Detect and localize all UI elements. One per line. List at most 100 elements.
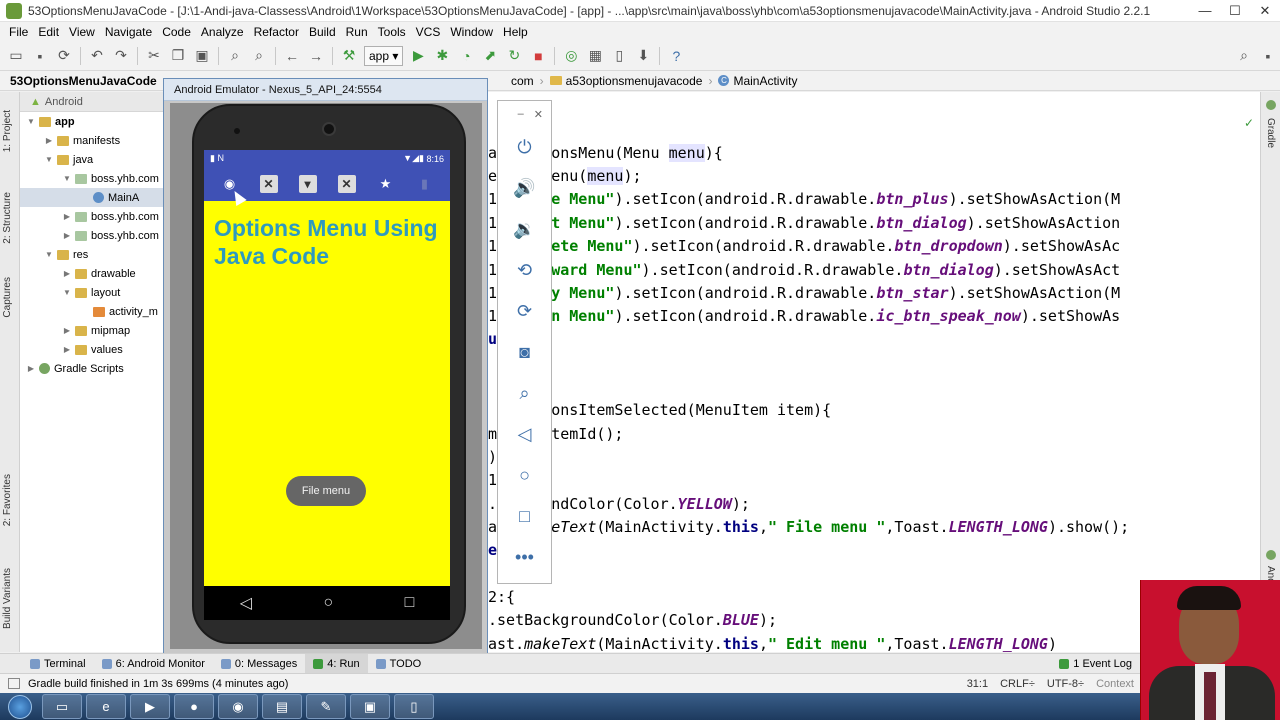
more-icon[interactable]: •••: [498, 537, 551, 578]
camera-icon[interactable]: ◙: [498, 332, 551, 373]
volume-up-icon[interactable]: 🔊: [498, 168, 551, 209]
open-folder-icon[interactable]: ▭: [5, 45, 27, 67]
dropdown-box-icon[interactable]: ▾: [298, 175, 317, 193]
help-icon[interactable]: ?: [665, 45, 687, 67]
expand-right-icon[interactable]: ▶: [26, 364, 36, 373]
rotate-left-icon[interactable]: ⟲: [498, 250, 551, 291]
expand-right-icon[interactable]: ▶: [62, 269, 72, 278]
android-studio-icon[interactable]: ▣: [350, 694, 390, 719]
menu-edit[interactable]: Edit: [33, 25, 64, 39]
stop-icon[interactable]: ■: [527, 45, 549, 67]
tree-item[interactable]: ▼ layout: [20, 283, 164, 302]
expand-down-icon[interactable]: ▼: [62, 174, 72, 183]
tree-item[interactable]: ▼ res: [20, 245, 164, 264]
media-player-icon[interactable]: ▶: [130, 694, 170, 719]
find-icon[interactable]: ⌕: [224, 45, 246, 67]
line-separator[interactable]: CRLF÷: [994, 678, 1041, 690]
star-icon[interactable]: ★: [377, 175, 395, 193]
tree-item[interactable]: ▶ Gradle Scripts: [20, 359, 164, 378]
apply-changes-icon[interactable]: ↻: [503, 45, 525, 67]
tree-item[interactable]: ▶ manifests: [20, 131, 164, 150]
code-line[interactable]: 16,"Open Menu").setIcon(android.R.drawab…: [488, 307, 1120, 325]
tab-captures[interactable]: Captures: [2, 277, 13, 318]
expand-right-icon[interactable]: ▶: [62, 345, 72, 354]
menu-build[interactable]: Build: [304, 25, 341, 39]
project-structure-icon[interactable]: ▦: [584, 45, 606, 67]
tree-item[interactable]: ▶ boss.yhb.com: [20, 226, 164, 245]
power-icon[interactable]: ⏻: [498, 127, 551, 168]
back-icon[interactable]: ←: [281, 45, 303, 67]
maximize-button[interactable]: ☐: [1220, 0, 1250, 22]
run-icon[interactable]: ▶: [407, 45, 429, 67]
make-project-icon[interactable]: ⚒: [338, 45, 360, 67]
paste-icon[interactable]: ▣: [191, 45, 213, 67]
avd-manager-icon[interactable]: ▯: [608, 45, 630, 67]
coverage-icon[interactable]: ◔: [455, 45, 477, 67]
tree-item[interactable]: activity_m: [20, 302, 164, 321]
tree-item[interactable]: ▼ app: [20, 112, 164, 131]
forward-icon[interactable]: →: [305, 45, 327, 67]
attach-debugger-icon[interactable]: ⬈: [479, 45, 501, 67]
menu-vcs[interactable]: VCS: [411, 25, 446, 39]
expand-right-icon[interactable]: ▶: [62, 231, 72, 240]
expand-right-icon[interactable]: ▶: [44, 136, 54, 145]
menu-refactor[interactable]: Refactor: [249, 25, 304, 39]
sdk-manager-icon[interactable]: ⬇: [632, 45, 654, 67]
mic-icon[interactable]: ▮: [416, 175, 434, 193]
copy-icon[interactable]: ❐: [167, 45, 189, 67]
settings-icon[interactable]: ▪: [1257, 45, 1279, 67]
nav-back-icon[interactable]: ◁: [240, 593, 252, 613]
folder-icon[interactable]: ▤: [262, 694, 302, 719]
menu-window[interactable]: Window: [445, 25, 498, 39]
code-line[interactable]: 15,"Copy Menu").setIcon(android.R.drawab…: [488, 284, 1120, 302]
expand-down-icon[interactable]: ▼: [62, 288, 72, 297]
code-line[interactable]: 14,"Forward Menu").setIcon(android.R.dra…: [488, 261, 1120, 279]
context-label[interactable]: Context: [1090, 678, 1140, 690]
menu-view[interactable]: View: [64, 25, 100, 39]
tree-item[interactable]: ▼ java: [20, 150, 164, 169]
sync-icon[interactable]: ⟳: [53, 45, 75, 67]
back-icon[interactable]: ◁: [498, 414, 551, 455]
tab-run[interactable]: 4: Run: [305, 653, 368, 674]
code-line[interactable]: a keText(MainActivity.this," File menu "…: [488, 518, 1129, 536]
tab-todo[interactable]: TODO: [368, 654, 430, 674]
zoom-icon[interactable]: ⌕: [498, 373, 551, 414]
project-view-selector[interactable]: ▲ Android: [20, 92, 164, 112]
undo-icon[interactable]: ↶: [86, 45, 108, 67]
expand-down-icon[interactable]: ▼: [44, 155, 54, 164]
emulator-icon[interactable]: ▯: [394, 694, 434, 719]
home-icon[interactable]: ○: [498, 455, 551, 496]
debug-icon[interactable]: ✱: [431, 45, 453, 67]
code-line[interactable]: 13,"Delete Menu").setIcon(android.R.draw…: [488, 237, 1120, 255]
code-line[interactable]: 11,"File Menu").setIcon(android.R.drawab…: [488, 190, 1120, 208]
tree-item[interactable]: ▶ boss.yhb.com: [20, 207, 164, 226]
code-line[interactable]: u: [488, 330, 497, 348]
expand-down-icon[interactable]: ▼: [26, 117, 36, 126]
emulator-close-icon[interactable]: ✕: [534, 108, 543, 121]
breadcrumb-package[interactable]: a53optionsmenujavacode: [544, 74, 709, 88]
tab-project[interactable]: 1: Project: [2, 110, 13, 152]
menu-tools[interactable]: Tools: [373, 25, 411, 39]
expand-down-icon[interactable]: ▼: [44, 250, 54, 259]
tab-terminal[interactable]: Terminal: [22, 654, 94, 674]
menu-help[interactable]: Help: [498, 25, 533, 39]
tree-item[interactable]: ▶ mipmap: [20, 321, 164, 340]
tree-item[interactable]: MainA: [20, 188, 164, 207]
save-icon[interactable]: ▪: [29, 45, 51, 67]
code-line[interactable]: .setBackgroundColor(Color.BLUE);: [488, 611, 777, 629]
tab-messages[interactable]: 0: Messages: [213, 654, 305, 674]
close-box-icon[interactable]: ✕: [259, 175, 278, 193]
cut-icon[interactable]: ✂: [143, 45, 165, 67]
nav-overview-icon[interactable]: □: [405, 594, 415, 612]
breadcrumb-class[interactable]: C MainActivity: [712, 74, 803, 88]
paint-icon[interactable]: ✎: [306, 694, 346, 719]
nav-home-icon[interactable]: ○: [323, 594, 333, 612]
emulator-minimize-icon[interactable]: –: [518, 108, 524, 120]
tab-android-monitor[interactable]: 6: Android Monitor: [94, 654, 213, 674]
minimize-button[interactable]: —: [1190, 0, 1220, 22]
tree-item[interactable]: ▶ drawable: [20, 264, 164, 283]
expand-right-icon[interactable]: ▶: [62, 326, 72, 335]
start-button[interactable]: [0, 693, 40, 720]
menu-code[interactable]: Code: [157, 25, 196, 39]
expand-right-icon[interactable]: ▶: [62, 212, 72, 221]
